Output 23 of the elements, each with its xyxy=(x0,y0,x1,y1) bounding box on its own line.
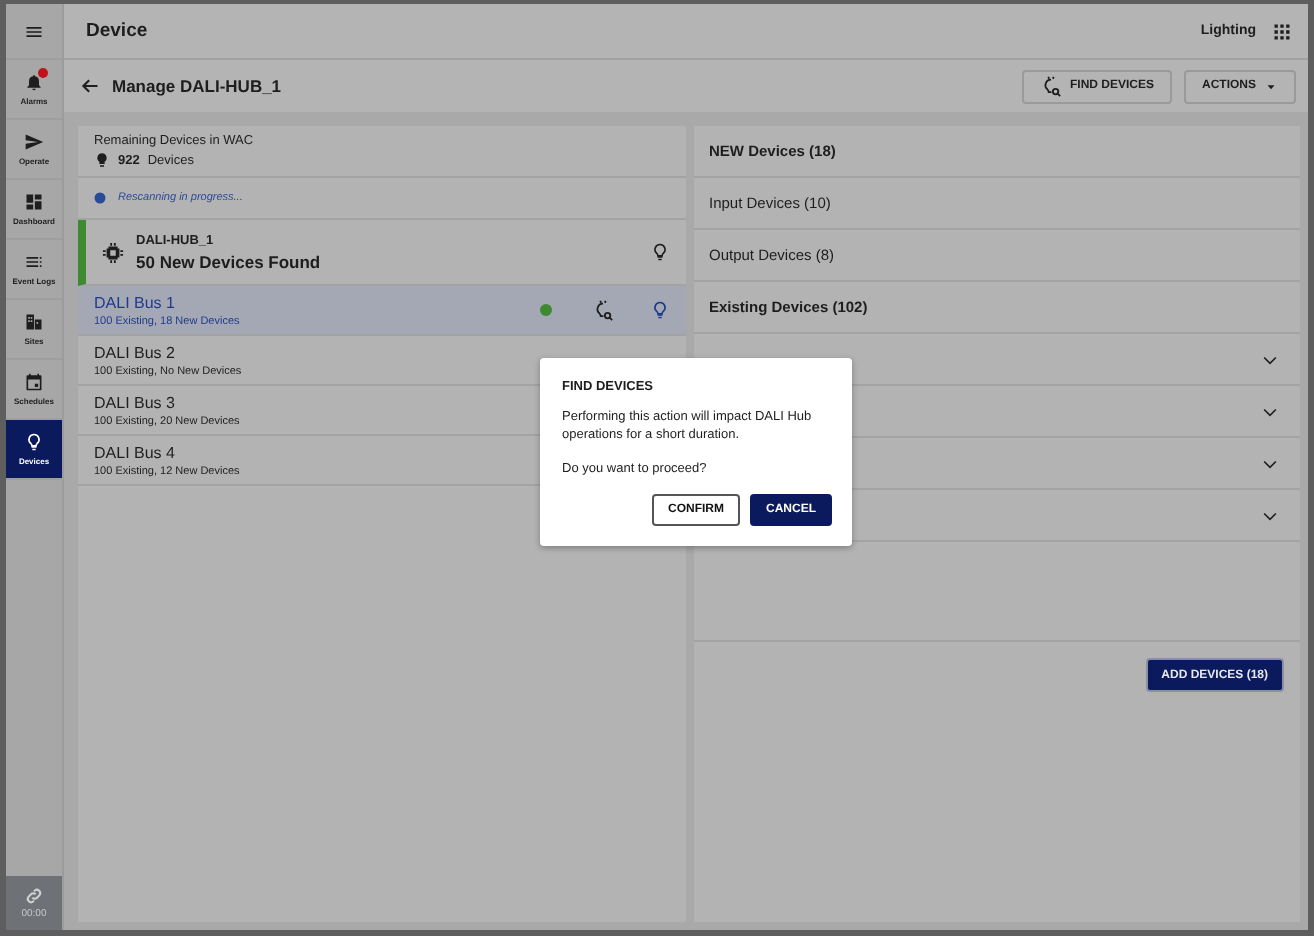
bell-icon xyxy=(24,72,44,92)
calendar-icon xyxy=(24,372,44,392)
bulb-icon xyxy=(24,432,44,452)
info-icon xyxy=(94,192,106,204)
bulb-icon xyxy=(649,300,669,320)
hub-found-count: 50 New Devices Found xyxy=(136,251,323,271)
buildings-icon xyxy=(24,312,44,332)
caret-icon xyxy=(1264,79,1278,93)
bulb-search-icon xyxy=(1039,75,1062,97)
send-icon xyxy=(24,132,44,152)
bulb-search-icon xyxy=(591,299,613,321)
chip-icon xyxy=(102,241,124,263)
link-icon xyxy=(24,886,44,906)
status-dot xyxy=(539,304,551,316)
list-icon xyxy=(24,252,44,272)
bulb-icon xyxy=(649,242,669,262)
page-title: Manage DALI-HUB_1 xyxy=(112,76,284,96)
apps-grid-icon xyxy=(1272,21,1292,41)
app-title: Device xyxy=(86,20,150,42)
bulb-icon xyxy=(94,152,110,168)
back-arrow-icon xyxy=(80,76,100,96)
dashboard-icon xyxy=(24,192,44,212)
menu-icon xyxy=(24,21,44,41)
